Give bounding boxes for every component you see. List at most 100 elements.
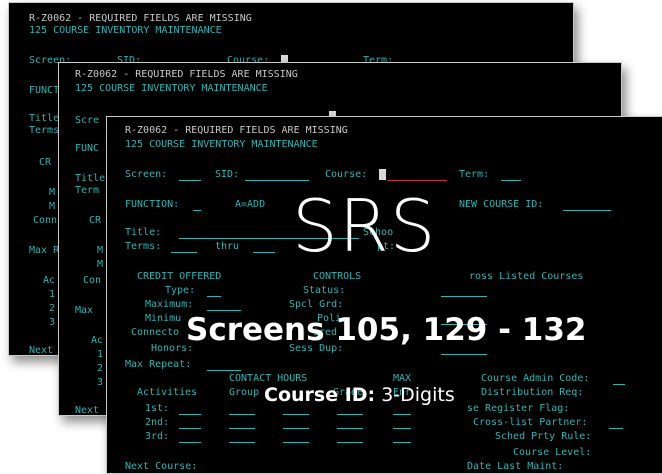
max-repeat-label: Max: [75, 305, 94, 316]
function-add-hint: A=ADD: [235, 199, 266, 210]
enr-3-input[interactable]: [393, 442, 411, 443]
next-course-label: Next Course:: [125, 461, 198, 472]
screen-title: 125 COURSE INVENTORY MAINTENANCE: [29, 25, 222, 36]
cross-listed-1-input[interactable]: [441, 296, 487, 297]
group-1-input[interactable]: [229, 414, 255, 415]
term-label: Term:: [459, 169, 490, 180]
connector-label: Con: [83, 275, 102, 286]
row-1-label: 1: [49, 289, 56, 300]
type-label: Type:: [165, 285, 196, 296]
cross-list-partner-label: Cross-list Partner:: [473, 417, 588, 428]
course-admin-code-input[interactable]: [613, 384, 625, 385]
second-activity-label: 2nd:: [145, 417, 170, 428]
connector-label: Connecto: [131, 327, 180, 338]
screen-title: 125 COURSE INVENTORY MAINTENANCE: [75, 83, 268, 94]
cursor: [379, 169, 386, 180]
function-input[interactable]: [193, 210, 201, 211]
grade-3-input[interactable]: [337, 442, 363, 443]
credit-offered-heading: CREDIT OFFERED: [137, 271, 222, 282]
screen-title: 125 COURSE INVENTORY MAINTENANCE: [125, 139, 318, 150]
group-heading: Group: [229, 387, 260, 398]
title-label: Title: [29, 113, 60, 124]
spcl-grd-label: Spcl Grd:: [289, 299, 344, 310]
row-3-label: 3: [49, 317, 56, 328]
screen-label: Scre: [75, 115, 100, 126]
error-line: R-Z0062 - REQUIRED FIELDS ARE MISSING: [29, 13, 252, 24]
activity-3-input[interactable]: [179, 442, 201, 443]
row-3-label: 3: [97, 377, 104, 388]
function-label: FUNC: [75, 143, 100, 154]
enr-1-input[interactable]: [393, 414, 411, 415]
connector-label: Conn: [33, 215, 58, 226]
activities-label: Ac: [91, 335, 104, 346]
error-line: R-Z0062 - REQUIRED FIELDS ARE MISSING: [125, 125, 348, 136]
next-label: Next: [75, 405, 100, 416]
thru-label: thru: [215, 241, 240, 252]
cross-listed-3-input[interactable]: [441, 354, 487, 355]
activities-label: Ac: [43, 275, 56, 286]
sid-input[interactable]: [245, 180, 309, 181]
course-level-label: Course Level:: [513, 447, 592, 458]
cross-listed-heading: ross Listed Courses: [469, 271, 584, 282]
grade-2-input[interactable]: [337, 428, 363, 429]
course-input[interactable]: [387, 180, 447, 181]
credit-label: CR: [39, 157, 52, 168]
row-2-label: 2: [97, 363, 104, 374]
title-label: Title:: [125, 227, 162, 238]
controls-heading: CONTROLS: [313, 271, 362, 282]
course-admin-code-label: Course Admin Code:: [481, 373, 590, 384]
max-repeat-label: Max Repeat:: [125, 359, 192, 370]
terms-label: Terms: [29, 125, 60, 136]
terms-from-input[interactable]: [171, 252, 197, 253]
next-label: Next: [29, 345, 54, 356]
max-repeat-label: Max R: [29, 245, 60, 256]
error-line: R-Z0062 - REQUIRED FIELDS ARE MISSING: [75, 69, 298, 80]
term-input[interactable]: [501, 180, 521, 181]
hours-1-input[interactable]: [283, 414, 309, 415]
title-label: Title: [75, 173, 106, 184]
third-activity-label: 3rd:: [145, 431, 170, 442]
screen-input[interactable]: [179, 180, 201, 181]
activity-1-input[interactable]: [179, 414, 201, 415]
grade-1-input[interactable]: [337, 414, 363, 415]
course-register-flag-label: se Register Flag:: [467, 403, 570, 414]
hours-2-input[interactable]: [283, 428, 309, 429]
function-label: FUNCT: [29, 85, 60, 96]
sid-label: SID:: [215, 169, 240, 180]
status-label: Status:: [303, 285, 346, 296]
date-last-maint-label: Date Last Maint:: [467, 461, 564, 472]
overlay-title: SRS: [292, 184, 437, 268]
maximum-input[interactable]: [207, 310, 241, 311]
maximum-label: M: [97, 245, 104, 256]
activities-heading: Activities: [137, 387, 198, 398]
group-2-input[interactable]: [229, 428, 255, 429]
minimum-label: Minimu: [145, 313, 182, 324]
type-input[interactable]: [207, 296, 221, 297]
enr-2-input[interactable]: [393, 428, 411, 429]
function-label: FUNCTION:: [125, 199, 180, 210]
maximum-label: Maximum:: [145, 299, 194, 310]
terms-to-input[interactable]: [253, 252, 275, 253]
new-course-id-label: NEW COURSE ID:: [459, 199, 544, 210]
screen-label: Screen:: [125, 169, 168, 180]
course-label: Course:: [325, 169, 368, 180]
sched-prty-rule-label: Sched Prty Rule:: [495, 431, 592, 442]
minimum-label: M: [97, 259, 104, 270]
maximum-label: M: [49, 187, 56, 198]
max-repeat-input[interactable]: [207, 370, 241, 371]
terms-label: Terms:: [125, 241, 162, 252]
course-id-label: Course ID:: [264, 384, 376, 406]
minimum-label: M: [49, 201, 56, 212]
row-1-label: 1: [97, 349, 104, 360]
distribution-req-label: Distribution Req:: [481, 387, 584, 398]
first-activity-label: 1st:: [145, 403, 170, 414]
group-3-input[interactable]: [229, 442, 255, 443]
cross-list-partner-input[interactable]: [609, 428, 623, 429]
row-2-label: 2: [49, 303, 56, 314]
overlay-subtitle: Screens 105, 129 - 132: [186, 312, 587, 348]
terminal-window-front: R-Z0062 - REQUIRED FIELDS ARE MISSING 12…: [106, 116, 662, 474]
new-course-id-input[interactable]: [563, 210, 611, 211]
activity-2-input[interactable]: [179, 428, 201, 429]
hours-3-input[interactable]: [283, 442, 309, 443]
credit-label: CR: [89, 215, 102, 226]
